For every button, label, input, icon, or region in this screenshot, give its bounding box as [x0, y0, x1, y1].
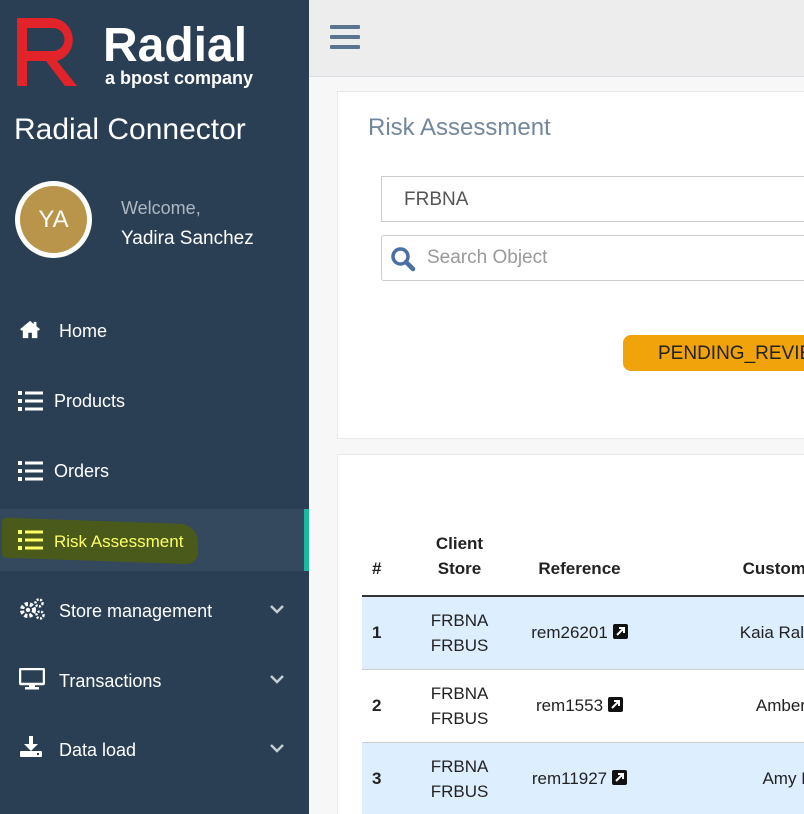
- list-icon: [18, 391, 43, 411]
- header-num[interactable]: #: [362, 525, 412, 597]
- row-reference[interactable]: rem1553: [507, 669, 652, 743]
- header-client-store[interactable]: Client Store: [412, 525, 507, 597]
- external-link-icon[interactable]: [608, 697, 624, 712]
- reference-link[interactable]: rem1553: [536, 696, 603, 715]
- risk-table: # Client Store Reference Customer 1 FRBN…: [362, 525, 804, 814]
- sidebar-item-label: Transactions: [59, 671, 162, 691]
- reference-link[interactable]: rem11927: [532, 769, 607, 788]
- menu-toggle-icon[interactable]: [330, 25, 360, 51]
- row-store-1: FRBNA: [430, 610, 489, 630]
- header-client-store-line1: Client: [435, 534, 484, 553]
- status-filter-button[interactable]: PENDING_REVIE: [623, 335, 804, 371]
- gears-icon: [20, 598, 45, 620]
- row-reference[interactable]: rem26201: [507, 596, 652, 670]
- sidebar-item-label: Risk Assessment: [54, 532, 184, 551]
- monitor-icon: [19, 668, 45, 690]
- page-title: Risk Assessment: [368, 114, 551, 141]
- sidebar-item-label: Home: [59, 321, 108, 341]
- row-num: 3: [362, 742, 412, 814]
- logo-tagline: a bpost company: [105, 68, 254, 88]
- sidebar-item-products[interactable]: Products: [0, 370, 309, 432]
- sidebar-item-transactions[interactable]: Transactions: [0, 650, 309, 712]
- row-customer: Kaia Raley: [652, 596, 804, 670]
- sidebar: Radial a bpost company Radial Connector …: [0, 0, 309, 814]
- welcome-text: Welcome,: [121, 198, 201, 218]
- sidebar-item-label: Orders: [54, 461, 110, 481]
- row-num: 2: [362, 669, 412, 743]
- row-store-2: FRBUS: [430, 635, 489, 655]
- row-client-store: FRBNA FRBUS: [412, 669, 507, 743]
- filter-panel: Risk Assessment FRBNA PENDING_REVIE: [337, 91, 804, 439]
- sidebar-item-label: Products: [54, 391, 126, 411]
- user-name: Yadira Sanchez: [121, 228, 254, 249]
- avatar[interactable]: YA: [15, 181, 92, 258]
- header-reference[interactable]: Reference: [507, 525, 652, 597]
- sidebar-item-label: Data load: [59, 740, 137, 760]
- row-store-1: FRBNA: [430, 756, 489, 776]
- row-client-store: FRBNA FRBUS: [412, 596, 507, 670]
- reference-link[interactable]: rem26201: [531, 623, 608, 642]
- search-field[interactable]: [381, 235, 804, 281]
- app-title: Radial Connector: [14, 113, 246, 146]
- row-customer: Amy Bu: [652, 742, 804, 814]
- sidebar-item-label: Store management: [59, 601, 213, 621]
- avatar-initials: YA: [20, 186, 87, 253]
- table-header-row: # Client Store Reference Customer: [362, 525, 804, 597]
- table-row[interactable]: 3 FRBNA FRBUS rem11927 Amy Bu: [362, 742, 804, 814]
- sidebar-item-orders[interactable]: Orders: [0, 440, 309, 502]
- row-client-store: FRBNA FRBUS: [412, 742, 507, 814]
- search-input[interactable]: [427, 237, 804, 279]
- results-panel: # Client Store Reference Customer 1 FRBN…: [337, 454, 804, 814]
- chevron-down-icon: [270, 605, 284, 614]
- row-store-2: FRBUS: [430, 708, 489, 728]
- home-icon: [20, 320, 41, 339]
- external-link-icon[interactable]: [612, 624, 628, 640]
- list-icon: [18, 461, 43, 481]
- row-store-2: FRBUS: [430, 781, 489, 801]
- list-icon: [18, 530, 43, 550]
- search-icon: [391, 247, 416, 272]
- header-client-store-line2: Store: [437, 559, 482, 578]
- table-row[interactable]: 1 FRBNA FRBUS rem26201 Kaia Raley: [362, 596, 804, 670]
- header-customer[interactable]: Customer: [652, 525, 804, 597]
- sidebar-item-data-load[interactable]: Data load: [0, 719, 309, 781]
- top-bar: [309, 0, 804, 77]
- row-customer: Amber B: [652, 669, 804, 743]
- store-select[interactable]: FRBNA: [381, 176, 804, 222]
- sidebar-item-home[interactable]: Home: [0, 300, 309, 362]
- download-icon: [20, 736, 42, 757]
- chevron-down-icon: [270, 744, 284, 753]
- row-store-1: FRBNA: [430, 683, 489, 703]
- row-reference[interactable]: rem11927: [507, 742, 652, 814]
- sidebar-item-store-management[interactable]: Store management: [0, 580, 309, 642]
- radial-r-logo-icon: [17, 18, 77, 86]
- row-num: 1: [362, 596, 412, 670]
- sidebar-item-risk-assessment[interactable]: Risk Assessment: [0, 509, 309, 571]
- radial-logo[interactable]: Radial a bpost company: [13, 14, 273, 92]
- logo-wordmark: Radial: [103, 19, 248, 72]
- table-row[interactable]: 2 FRBNA FRBUS rem1553 Amber B: [362, 669, 804, 743]
- external-link-icon[interactable]: [612, 770, 628, 785]
- chevron-down-icon: [270, 675, 284, 684]
